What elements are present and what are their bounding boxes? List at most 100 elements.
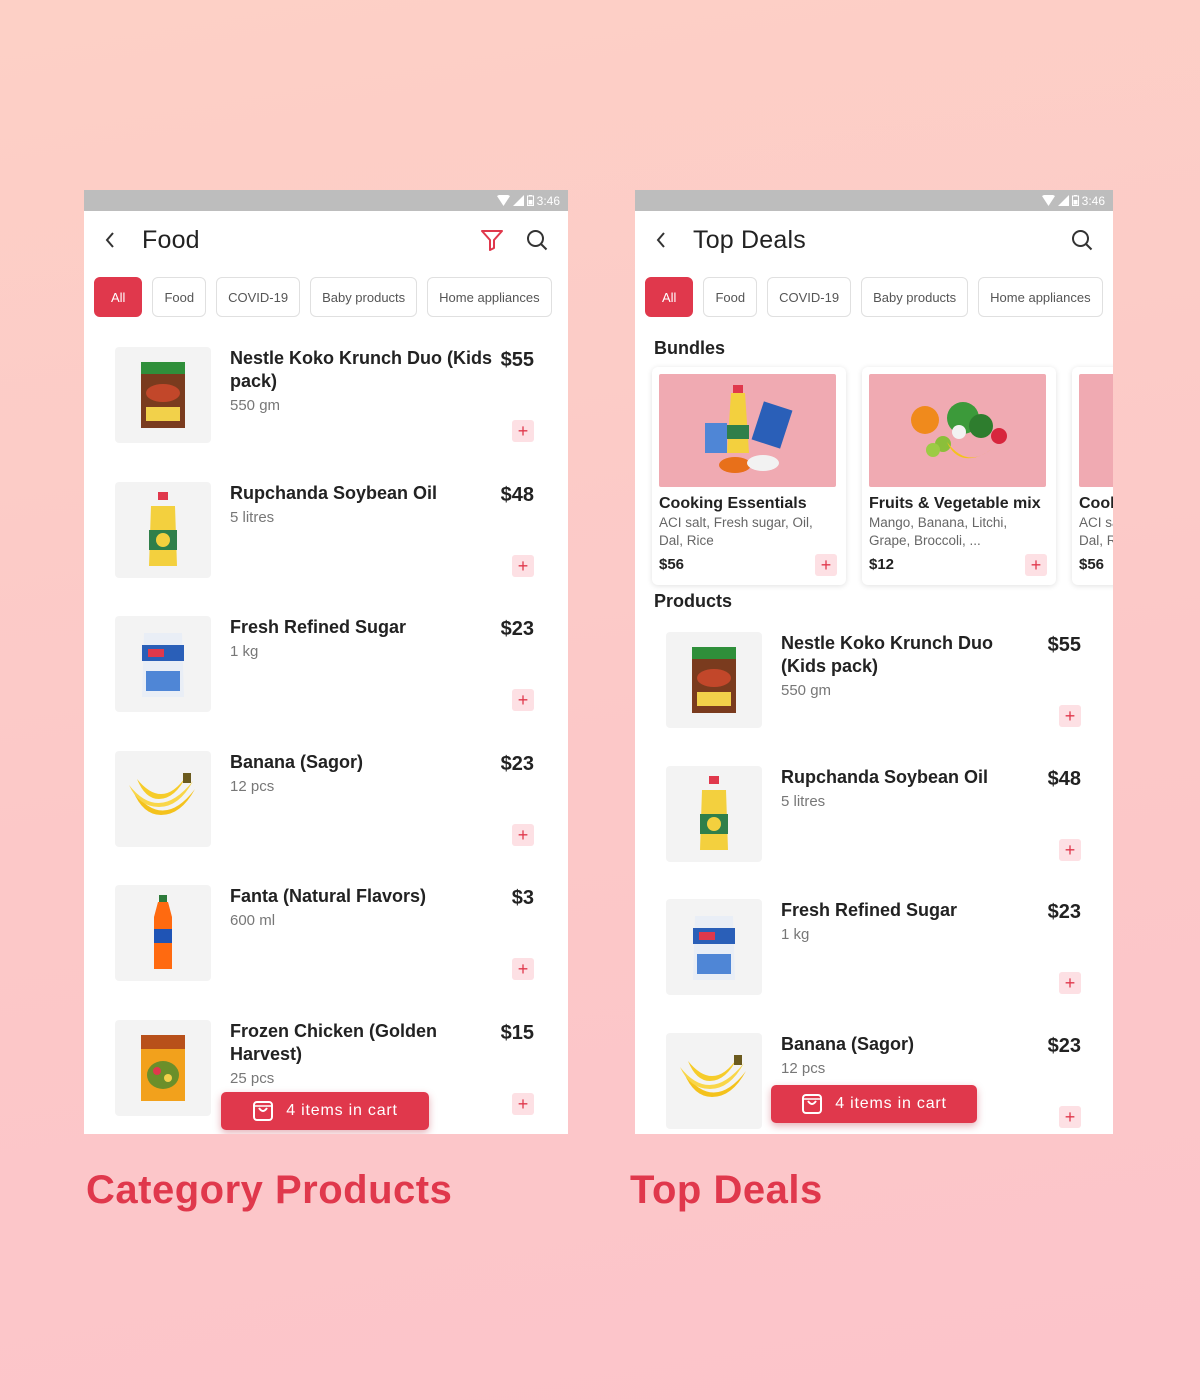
chip-all[interactable]: All <box>94 277 143 317</box>
chip-baby-products[interactable]: Baby products <box>310 277 418 317</box>
product-price: $48 <box>1047 767 1081 790</box>
chip-covid-19[interactable]: COVID-19 <box>767 277 852 317</box>
product-price: $23 <box>500 752 534 775</box>
product-row[interactable]: Fanta (Natural Flavors) 600 ml $3 + <box>115 885 568 1020</box>
sugar-pack-icon <box>666 899 762 995</box>
add-to-cart-button[interactable]: + <box>1059 705 1081 727</box>
add-to-cart-button[interactable]: + <box>512 554 534 577</box>
product-quantity: 1 kg <box>230 643 259 660</box>
category-products-screen: 3:46 Food All Food COVID-19 Baby product… <box>84 190 568 1134</box>
sugar-pack-icon <box>115 616 211 712</box>
add-to-cart-button[interactable]: + <box>512 420 534 442</box>
add-to-cart-button[interactable]: + <box>1025 554 1047 576</box>
page-title: Top Deals <box>693 225 806 254</box>
search-icon[interactable] <box>1071 229 1093 251</box>
bundle-name: Cooking Essentials <box>659 495 807 512</box>
add-to-cart-button[interactable]: + <box>1059 972 1081 994</box>
chip-food[interactable]: Food <box>152 277 207 317</box>
bundle-price: $12 <box>869 556 895 573</box>
product-price: $55 <box>500 349 534 371</box>
banana-icon <box>666 1032 762 1129</box>
view-cart-button[interactable]: 4 items in cart <box>221 1092 429 1130</box>
oil-bottle-icon <box>115 481 211 578</box>
chip-home-appliances[interactable]: Home appliances <box>427 277 552 317</box>
back-icon[interactable] <box>104 230 124 250</box>
filter-icon[interactable] <box>480 229 504 251</box>
bundles-carousel: Cooking Essentials ACI salt, Fresh sugar… <box>635 359 1113 591</box>
chip-covid-19[interactable]: COVID-19 <box>216 277 301 317</box>
cereal-box-icon <box>666 632 762 728</box>
product-quantity: 1 kg <box>781 926 810 943</box>
chip-baby-products[interactable]: Baby products <box>861 277 969 317</box>
search-icon[interactable] <box>526 229 548 251</box>
status-bar: 3:46 <box>635 190 1113 211</box>
add-to-cart-button[interactable]: + <box>512 958 534 980</box>
product-list: Nestle Koko Krunch Duo (Kids pack) 550 g… <box>635 612 1113 1134</box>
product-quantity: 5 litres <box>781 792 826 810</box>
cart-bag-icon <box>801 1093 823 1115</box>
bundle-name: Fruits & Vegetable mix <box>869 495 1041 512</box>
add-to-cart-button[interactable]: + <box>512 689 534 711</box>
banana-icon <box>115 750 211 847</box>
product-quantity: 5 litres <box>230 508 275 526</box>
view-cart-button[interactable]: 4 items in cart <box>771 1085 977 1123</box>
add-to-cart-button[interactable]: + <box>1059 1105 1081 1128</box>
product-row[interactable]: Nestle Koko Krunch Duo (Kids pack) 550 g… <box>666 632 1113 766</box>
add-to-cart-button[interactable]: + <box>1059 838 1081 861</box>
bundles-heading: Bundles <box>654 338 726 358</box>
chip-home-appliances[interactable]: Home appliances <box>978 277 1103 317</box>
add-to-cart-button[interactable]: + <box>512 1092 534 1115</box>
battery-icon <box>526 195 534 206</box>
oil-bottle-icon <box>666 765 762 862</box>
product-price: $23 <box>500 618 534 640</box>
product-row[interactable]: Fresh Refined Sugar 1 kg $23 + <box>666 899 1113 1033</box>
grocery-bundle-icon <box>659 374 836 487</box>
app-bar: Food <box>84 211 568 269</box>
bundle-description: ACI salt, Fresh sugar, Oil, Dal, Rice <box>1079 515 1113 548</box>
chip-all[interactable]: All <box>645 277 694 317</box>
product-price: $55 <box>1047 634 1081 656</box>
bundle-card[interactable]: Cooking Essentials ACI salt, Fresh sugar… <box>652 367 846 585</box>
product-price: $48 <box>500 483 534 506</box>
products-heading: Products <box>654 591 733 611</box>
bundle-description: Mango, Banana, Litchi, Grape, Broccoli, … <box>869 515 1008 548</box>
wifi-icon <box>496 195 510 206</box>
product-price: $23 <box>1047 1034 1081 1057</box>
screen-caption: Top Deals <box>630 1168 823 1212</box>
product-row[interactable]: Banana (Sagor) 12 pcs $23 + <box>115 750 568 886</box>
top-deals-screen: 3:46 Top Deals All Food COVID-19 Baby pr… <box>635 190 1113 1134</box>
product-quantity: 12 pcs <box>230 777 275 795</box>
cart-label: 4 items in cart <box>286 1102 398 1119</box>
frozen-box-icon <box>115 1019 211 1116</box>
bundle-card[interactable]: Fruits & Vegetable mix Mango, Banana, Li… <box>862 367 1056 585</box>
chip-food[interactable]: Food <box>703 277 758 317</box>
status-bar: 3:46 <box>84 190 568 211</box>
add-to-cart-button[interactable]: + <box>512 823 534 846</box>
back-icon[interactable] <box>655 230 675 250</box>
cereal-box-icon <box>115 347 211 443</box>
product-quantity: 25 pcs <box>230 1069 275 1087</box>
product-row[interactable]: Fresh Refined Sugar 1 kg $23 + <box>115 616 568 751</box>
bundle-description: ACI salt, Fresh sugar, Oil, Dal, Rice <box>659 515 813 548</box>
product-quantity: 550 gm <box>781 682 832 699</box>
product-price: $15 <box>500 1021 534 1044</box>
screen-caption: Category Products <box>86 1168 453 1212</box>
product-price: $3 <box>511 887 534 909</box>
product-list: Nestle Koko Krunch Duo (Kids pack) 550 g… <box>84 319 568 1134</box>
bundle-card[interactable]: Cooking Essentials ACI salt, Fresh sugar… <box>1072 367 1113 585</box>
product-row[interactable]: Rupchanda Soybean Oil 5 litres $48 + <box>115 481 568 617</box>
wifi-icon <box>1041 195 1055 206</box>
soda-bottle-icon <box>115 885 211 981</box>
product-quantity: 12 pcs <box>781 1059 826 1077</box>
status-time: 3:46 <box>536 193 560 208</box>
grocery-bundle-icon <box>1079 374 1113 487</box>
product-quantity: 550 gm <box>230 397 281 414</box>
product-row[interactable]: Nestle Koko Krunch Duo (Kids pack) 550 g… <box>115 347 568 482</box>
battery-icon <box>1071 195 1079 206</box>
category-chips: All Food COVID-19 Baby products Home app… <box>635 269 1113 319</box>
product-row[interactable]: Rupchanda Soybean Oil 5 litres $48 + <box>666 765 1113 900</box>
signal-icon <box>512 195 524 206</box>
status-time: 3:46 <box>1081 193 1105 208</box>
add-to-cart-button[interactable]: + <box>815 554 837 576</box>
cart-bag-icon <box>252 1100 274 1122</box>
